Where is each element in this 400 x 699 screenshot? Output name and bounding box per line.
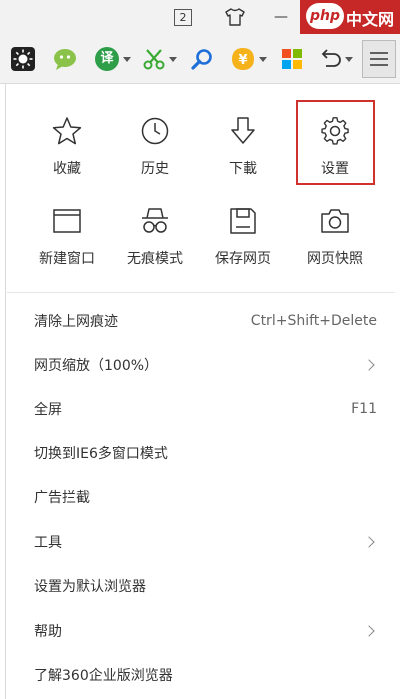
- chevron-right-icon: [363, 536, 375, 548]
- apps-extension-button[interactable]: [281, 45, 303, 73]
- menu-favorites[interactable]: 收藏: [23, 116, 111, 194]
- shirt-icon: [225, 8, 245, 26]
- menu-item-shortcut: Ctrl+Shift+Delete: [250, 313, 377, 329]
- save-icon: [230, 208, 256, 234]
- menu-save-page[interactable]: 保存网页: [199, 206, 287, 284]
- menu-item-label: 清除上网痕迹: [34, 314, 118, 330]
- chat-extension-button[interactable]: [52, 45, 78, 73]
- menu-downloads-label: 下載: [229, 161, 257, 177]
- search-extension-button[interactable]: [190, 45, 214, 73]
- incognito-glasses-icon: [142, 208, 168, 233]
- apps-icon: [282, 49, 302, 69]
- menu-ie6-mode[interactable]: 切换到IE6多窗口模式: [6, 431, 395, 475]
- menu-save-page-label: 保存网页: [215, 251, 271, 267]
- menu-new-window-label: 新建窗口: [39, 251, 95, 267]
- translate-extension-button[interactable]: 译: [94, 45, 131, 73]
- title-bar: 2 — php 中文网: [0, 0, 400, 34]
- menu-item-label: 广告拦截: [34, 490, 90, 506]
- undo-button[interactable]: [318, 45, 353, 73]
- menu-history[interactable]: 历史: [111, 116, 199, 194]
- coin-icon: ¥: [232, 48, 254, 70]
- menu-page-snapshot[interactable]: 网页快照: [291, 206, 379, 284]
- chevron-right-icon: [363, 625, 375, 637]
- main-menu-panel: 收藏 历史 下載 设置 新建窗口 无痕模式 保存网页 网页快照 清除上网痕迹 C…: [5, 84, 400, 699]
- menu-tools[interactable]: 工具: [6, 520, 395, 564]
- sun-extension-button[interactable]: [10, 45, 36, 73]
- minimize-icon: —: [274, 9, 288, 25]
- sun-icon: [11, 47, 35, 71]
- skin-button[interactable]: [222, 5, 248, 29]
- menu-downloads[interactable]: 下載: [199, 116, 287, 194]
- menu-item-label: 网页缩放（100%）: [34, 358, 159, 374]
- star-icon: [52, 117, 82, 145]
- menu-favorites-label: 收藏: [53, 161, 81, 177]
- menu-set-default-browser[interactable]: 设置为默认浏览器: [6, 564, 395, 608]
- menu-enterprise-edition[interactable]: 了解360企业版浏览器: [6, 653, 395, 697]
- settings-highlight-box: [296, 100, 375, 185]
- extension-toolbar: 译 ¥: [0, 34, 400, 84]
- minimize-button[interactable]: —: [268, 5, 294, 29]
- tab-count: 2: [174, 8, 192, 26]
- coin-extension-button[interactable]: ¥: [230, 45, 267, 73]
- translate-glyph: 译: [100, 51, 114, 66]
- chevron-right-icon: [363, 359, 375, 371]
- scissors-icon: [143, 49, 165, 70]
- menu-divider: [7, 292, 395, 293]
- menu-incognito[interactable]: 无痕模式: [111, 206, 199, 284]
- camera-icon: [321, 209, 349, 233]
- menu-item-label: 了解360企业版浏览器: [34, 668, 173, 684]
- menu-clear-history[interactable]: 清除上网痕迹 Ctrl+Shift+Delete: [6, 299, 395, 343]
- menu-help[interactable]: 帮助: [6, 609, 395, 653]
- screenshot-extension-button[interactable]: [142, 45, 177, 73]
- menu-incognito-label: 无痕模式: [127, 251, 183, 267]
- search-icon: [191, 49, 212, 70]
- menu-new-window[interactable]: 新建窗口: [23, 206, 111, 284]
- undo-icon: [321, 49, 341, 67]
- menu-item-label: 设置为默认浏览器: [34, 579, 146, 595]
- main-menu-button[interactable]: [362, 40, 396, 78]
- hamburger-menu-icon: [370, 52, 388, 66]
- menu-page-snapshot-label: 网页快照: [307, 251, 363, 267]
- chevron-down-icon[interactable]: [169, 56, 177, 62]
- svg-text:¥: ¥: [238, 53, 247, 68]
- menu-page-zoom[interactable]: 网页缩放（100%）: [6, 343, 395, 387]
- chat-icon: [54, 49, 76, 70]
- menu-item-label: 切换到IE6多窗口模式: [34, 446, 168, 462]
- menu-ad-block[interactable]: 广告拦截: [6, 475, 395, 519]
- menu-fullscreen[interactable]: 全屏 F11: [6, 387, 395, 431]
- window-icon: [53, 209, 81, 233]
- menu-item-shortcut: F11: [351, 401, 377, 417]
- chevron-down-icon[interactable]: [123, 56, 131, 62]
- menu-item-label: 工具: [34, 535, 62, 551]
- chevron-down-icon[interactable]: [259, 56, 267, 62]
- menu-item-label: 全屏: [34, 402, 62, 418]
- chevron-down-icon[interactable]: [345, 56, 353, 62]
- tab-count-button[interactable]: 2: [171, 5, 195, 29]
- download-arrow-icon: [231, 117, 255, 144]
- clock-icon: [141, 117, 169, 145]
- watermark-badge: php: [306, 3, 344, 29]
- menu-history-label: 历史: [141, 161, 169, 177]
- menu-item-label: 帮助: [34, 624, 62, 640]
- watermark-text: 中文网: [346, 10, 395, 29]
